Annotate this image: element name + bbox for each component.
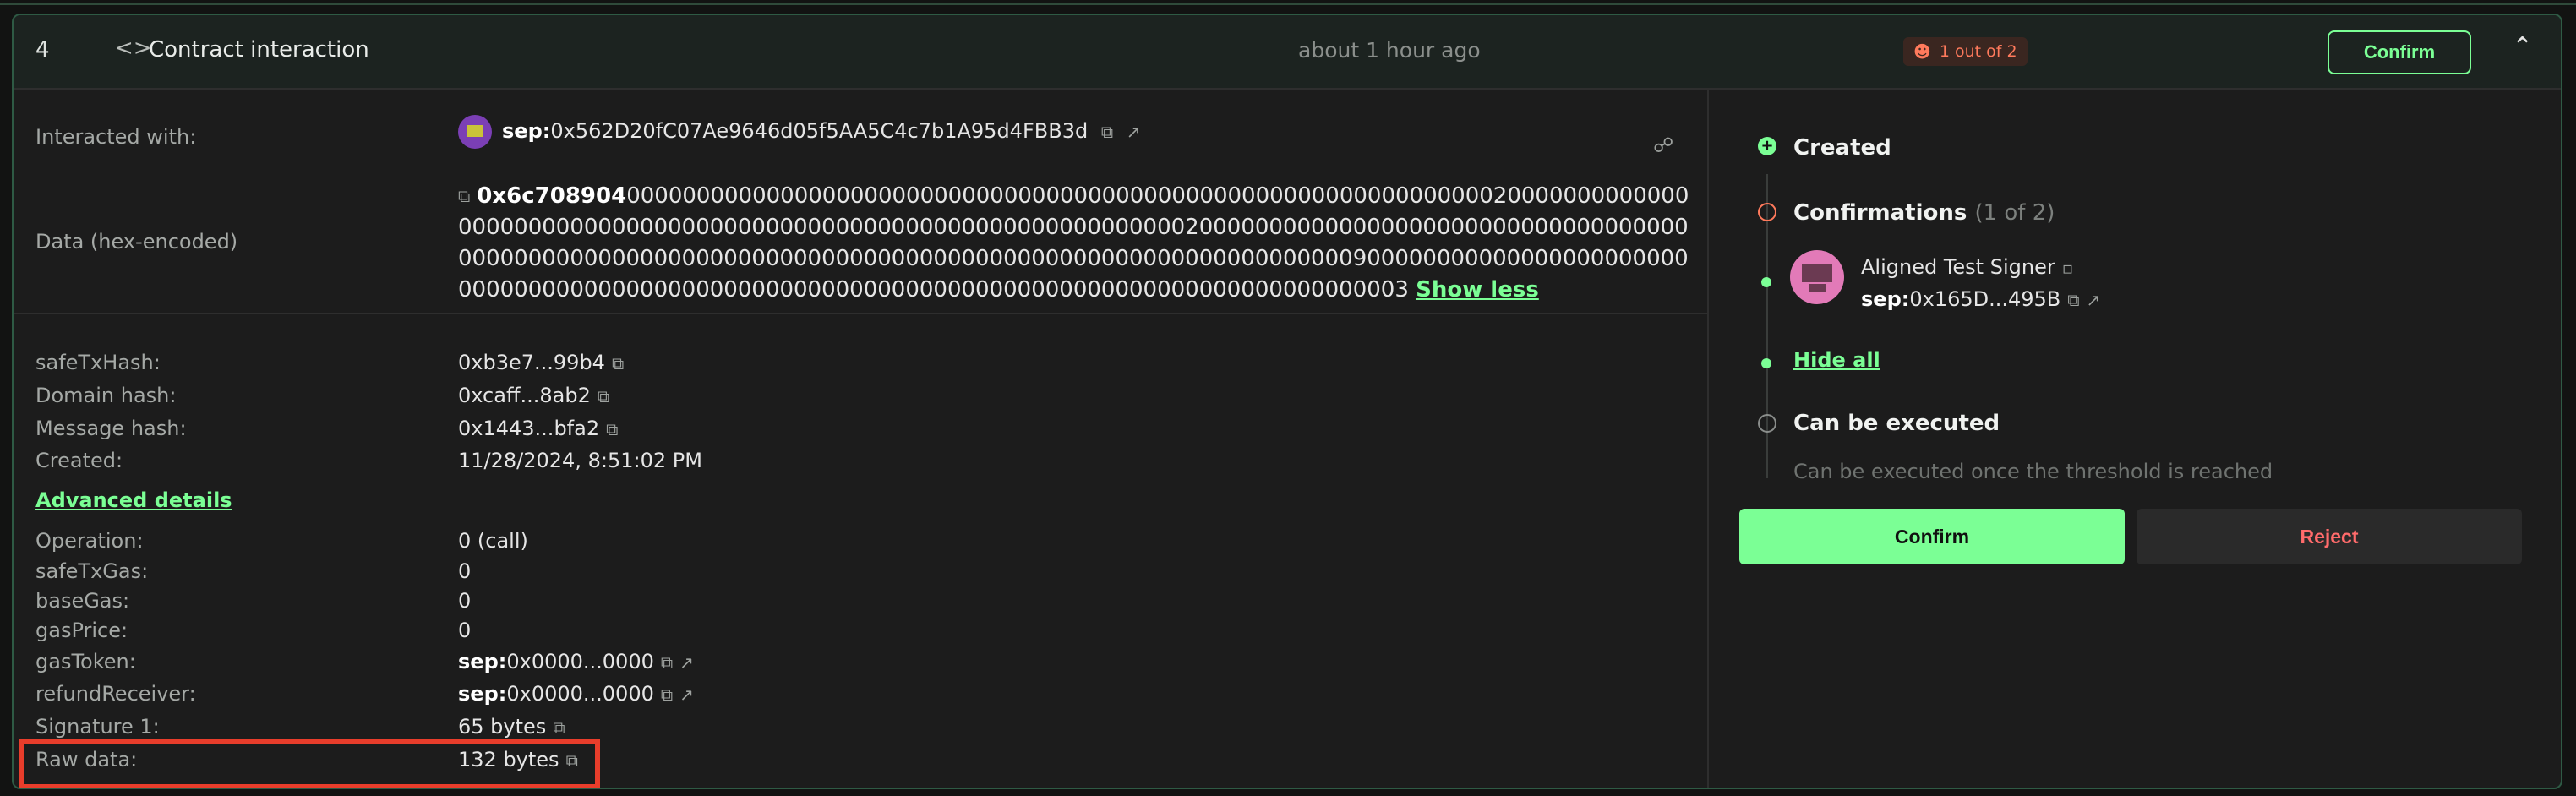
external-link-icon[interactable]: ↗ bbox=[2087, 290, 2101, 310]
refund-receiver-label: refundReceiver: bbox=[35, 682, 196, 706]
highlight-box bbox=[19, 739, 600, 788]
external-link-icon[interactable]: ↗ bbox=[679, 684, 694, 705]
signature-label: Signature 1: bbox=[35, 715, 160, 739]
execute-note: Can be executed once the threshold is re… bbox=[1793, 460, 2273, 483]
confirmation-badge: ☻ 1 out of 2 bbox=[1903, 37, 2028, 66]
refund-receiver-value: sep:0x0000...0000 ⧉ ↗ bbox=[458, 682, 694, 706]
signer-avatar bbox=[1790, 250, 1844, 304]
section-divider bbox=[14, 313, 1707, 314]
gas-token-value: sep:0x0000...0000 ⧉ ↗ bbox=[458, 650, 694, 673]
advanced-details-link[interactable]: Advanced details bbox=[35, 488, 232, 512]
interacted-label: Interacted with: bbox=[35, 125, 197, 149]
safe-tx-hash-label: safeTxHash: bbox=[35, 351, 161, 374]
confirm-button[interactable]: Confirm bbox=[1739, 509, 2125, 564]
tx-time: about 1 hour ago bbox=[1298, 38, 1481, 63]
gas-price-value: 0 bbox=[458, 619, 472, 642]
address-value: 0x562D20fC07Ae9646d05f5AA5C4c7b1A95d4FBB… bbox=[550, 119, 1089, 143]
header-confirm-button[interactable]: Confirm bbox=[2328, 30, 2471, 74]
operation-label: Operation: bbox=[35, 529, 144, 553]
external-link-icon[interactable]: ↗ bbox=[679, 652, 694, 673]
safe-tx-gas-label: safeTxGas: bbox=[35, 559, 149, 583]
message-hash-label: Message hash: bbox=[35, 417, 187, 440]
step-created: Created bbox=[1793, 135, 1891, 161]
copy-icon[interactable]: ▫ bbox=[2062, 258, 2074, 278]
hide-all-link[interactable]: Hide all bbox=[1793, 348, 1880, 372]
status-panel: + Created Confirmations (1 of 2) Aligned… bbox=[1709, 90, 2561, 788]
safe-tx-hash-value: 0xb3e7...99b4 ⧉ bbox=[458, 351, 625, 374]
step-can-execute: Can be executed bbox=[1793, 411, 2000, 436]
copy-icon[interactable]: ⧉ bbox=[1101, 122, 1113, 142]
created-check-icon: + bbox=[1758, 137, 1776, 155]
copy-icon[interactable]: ⧉ bbox=[612, 353, 624, 373]
contract-avatar bbox=[458, 115, 492, 149]
signature-value: 65 bytes ⧉ bbox=[458, 715, 565, 739]
tx-type-title: Contract interaction bbox=[149, 37, 369, 63]
copy-icon[interactable]: ⧉ bbox=[458, 181, 470, 212]
base-gas-value: 0 bbox=[458, 589, 472, 613]
confirmations-count: (1 of 2) bbox=[1974, 200, 2055, 226]
show-less-link[interactable]: Show less bbox=[1416, 277, 1539, 303]
copy-icon[interactable]: ⧉ bbox=[661, 652, 673, 673]
tx-number: 4 bbox=[35, 37, 50, 63]
hex-data: ⧉ 0x6c70890400000000000000000000000000000… bbox=[458, 181, 1692, 306]
created-label: Created: bbox=[35, 449, 123, 472]
interacted-address: sep:0x562D20fC07Ae9646d05f5AA5C4c7b1A95d… bbox=[458, 115, 1141, 149]
external-link-icon[interactable]: ↗ bbox=[1127, 122, 1141, 142]
data-selector: 0x6c708904 bbox=[477, 183, 627, 209]
copy-icon[interactable]: ⧉ bbox=[606, 419, 618, 439]
code-icon: <> bbox=[115, 35, 152, 61]
domain-hash-label: Domain hash: bbox=[35, 384, 177, 407]
safe-tx-gas-value: 0 bbox=[458, 559, 472, 583]
reject-button[interactable]: Reject bbox=[2137, 509, 2522, 564]
signer-name: Aligned Test Signer ▫ bbox=[1861, 255, 2074, 279]
message-hash-value: 0x1443...bfa2 ⧉ bbox=[458, 417, 619, 440]
badge-text: 1 out of 2 bbox=[1939, 42, 2017, 61]
transaction-header[interactable]: 4 <> Contract interaction about 1 hour a… bbox=[14, 15, 2561, 90]
domain-hash-value: 0xcaff...8ab2 ⧉ bbox=[458, 384, 610, 407]
top-divider bbox=[0, 0, 2576, 5]
address-prefix: sep: bbox=[502, 119, 551, 143]
base-gas-label: baseGas: bbox=[35, 589, 130, 613]
confirmations-status-icon bbox=[1758, 203, 1776, 221]
step-confirmations: Confirmations (1 of 2) bbox=[1793, 200, 2055, 226]
chevron-up-icon[interactable]: ⌃ bbox=[2512, 32, 2533, 62]
transaction-card: 4 <> Contract interaction about 1 hour a… bbox=[12, 14, 2562, 789]
execute-status-icon bbox=[1758, 414, 1776, 433]
copy-icon[interactable]: ⧉ bbox=[661, 684, 673, 705]
share-icon[interactable]: ☍ bbox=[1653, 134, 1673, 157]
copy-icon[interactable]: ⧉ bbox=[598, 386, 609, 406]
details-panel: Interacted with: sep:0x562D20fC07Ae9646d… bbox=[14, 90, 1707, 788]
copy-icon[interactable]: ⧉ bbox=[553, 717, 565, 738]
signer-dot bbox=[1761, 277, 1771, 287]
copy-icon[interactable]: ⧉ bbox=[2067, 290, 2079, 310]
signer-address: sep:0x165D...495B ⧉ ↗ bbox=[1861, 287, 2101, 311]
created-value: 11/28/2024, 8:51:02 PM bbox=[458, 449, 702, 472]
gas-token-label: gasToken: bbox=[35, 650, 136, 673]
hide-all-dot bbox=[1761, 358, 1771, 368]
operation-value: 0 (call) bbox=[458, 529, 528, 553]
gas-price-label: gasPrice: bbox=[35, 619, 128, 642]
data-label: Data (hex-encoded) bbox=[35, 230, 238, 254]
signers-icon: ☻ bbox=[1913, 41, 1931, 62]
